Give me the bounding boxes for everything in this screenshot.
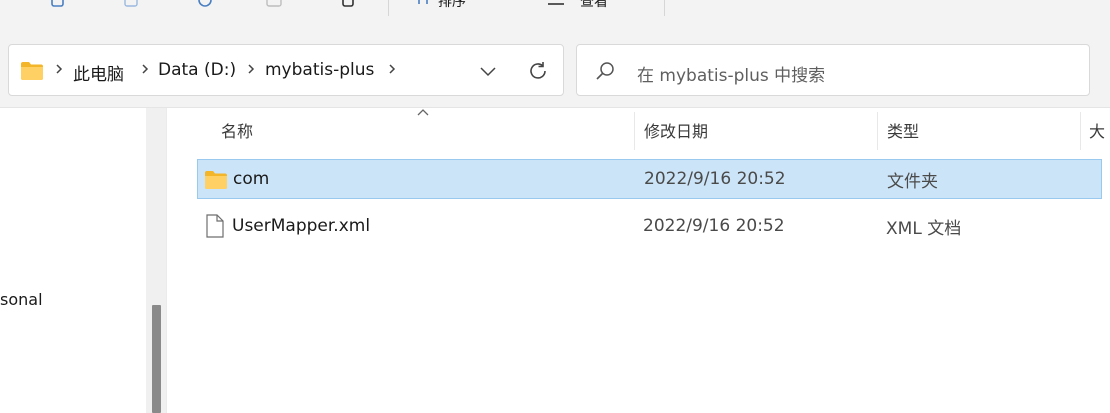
file-type: XML 文档 (886, 218, 962, 239)
file-icon (206, 214, 224, 238)
search-input[interactable]: 在 mybatis-plus 中搜索 (576, 44, 1090, 96)
breadcrumb-this-pc[interactable]: 此电脑 (73, 60, 124, 85)
chevron-right-icon[interactable] (246, 62, 256, 76)
chevron-right-icon[interactable] (54, 62, 64, 76)
nav-scrollbar-thumb[interactable] (152, 305, 161, 413)
breadcrumb-data-drive[interactable]: Data (D:) (158, 60, 236, 80)
file-type: 文件夹 (887, 171, 938, 192)
sort-button[interactable]: 排序 (438, 0, 466, 11)
column-divider[interactable] (634, 112, 635, 150)
column-header-date-modified[interactable]: 修改日期 (644, 110, 874, 150)
file-name: UserMapper.xml (232, 216, 371, 236)
toolbar-separator (664, 0, 665, 16)
chevron-down-icon (480, 67, 496, 77)
address-region: 此电脑 Data (D:) mybatis-plus 在 mybatis-plu… (0, 18, 1110, 108)
file-date-modified: 2022/9/16 20:52 (643, 216, 785, 236)
breadcrumb-mybatis-plus[interactable]: mybatis-plus (265, 60, 374, 80)
column-divider[interactable] (1080, 112, 1081, 150)
file-row[interactable]: com 2022/9/16 20:52 文件夹 (197, 159, 1102, 199)
address-bar[interactable]: 此电脑 Data (D:) mybatis-plus (8, 44, 564, 96)
paste-icon[interactable] (123, 0, 139, 8)
file-date-modified: 2022/9/16 20:52 (644, 169, 786, 189)
folder-icon (205, 171, 227, 189)
sort-icon[interactable] (415, 0, 431, 8)
search-icon (596, 62, 614, 80)
refresh-button[interactable] (526, 59, 550, 83)
chevron-right-icon[interactable] (387, 62, 397, 76)
rename-icon[interactable] (266, 0, 282, 8)
column-header-size[interactable]: 大 (1089, 110, 1110, 150)
share-icon[interactable] (197, 0, 213, 8)
view-button[interactable]: 查看 (580, 0, 608, 11)
search-placeholder: 在 mybatis-plus 中搜索 (637, 66, 826, 86)
column-divider[interactable] (877, 112, 878, 150)
view-icon[interactable] (548, 0, 564, 8)
copy-icon[interactable] (50, 0, 66, 8)
nav-scrollbar[interactable] (146, 108, 166, 413)
delete-icon[interactable] (340, 0, 356, 8)
pane-divider[interactable] (166, 108, 174, 413)
toolbar-separator (388, 0, 389, 16)
column-header-type[interactable]: 类型 (887, 110, 1077, 150)
navigation-pane: sonal (0, 108, 146, 413)
chevron-right-icon[interactable] (140, 62, 150, 76)
nav-item-personal[interactable]: sonal (0, 290, 43, 309)
history-dropdown-button[interactable] (476, 59, 500, 83)
command-bar: 排序 查看 (0, 0, 1110, 18)
file-name: com (233, 169, 270, 189)
file-row[interactable]: UserMapper.xml 2022/9/16 20:52 XML 文档 (197, 206, 1102, 246)
refresh-icon (530, 62, 546, 79)
column-header-name[interactable]: 名称 (221, 110, 631, 150)
folder-icon (21, 62, 43, 80)
